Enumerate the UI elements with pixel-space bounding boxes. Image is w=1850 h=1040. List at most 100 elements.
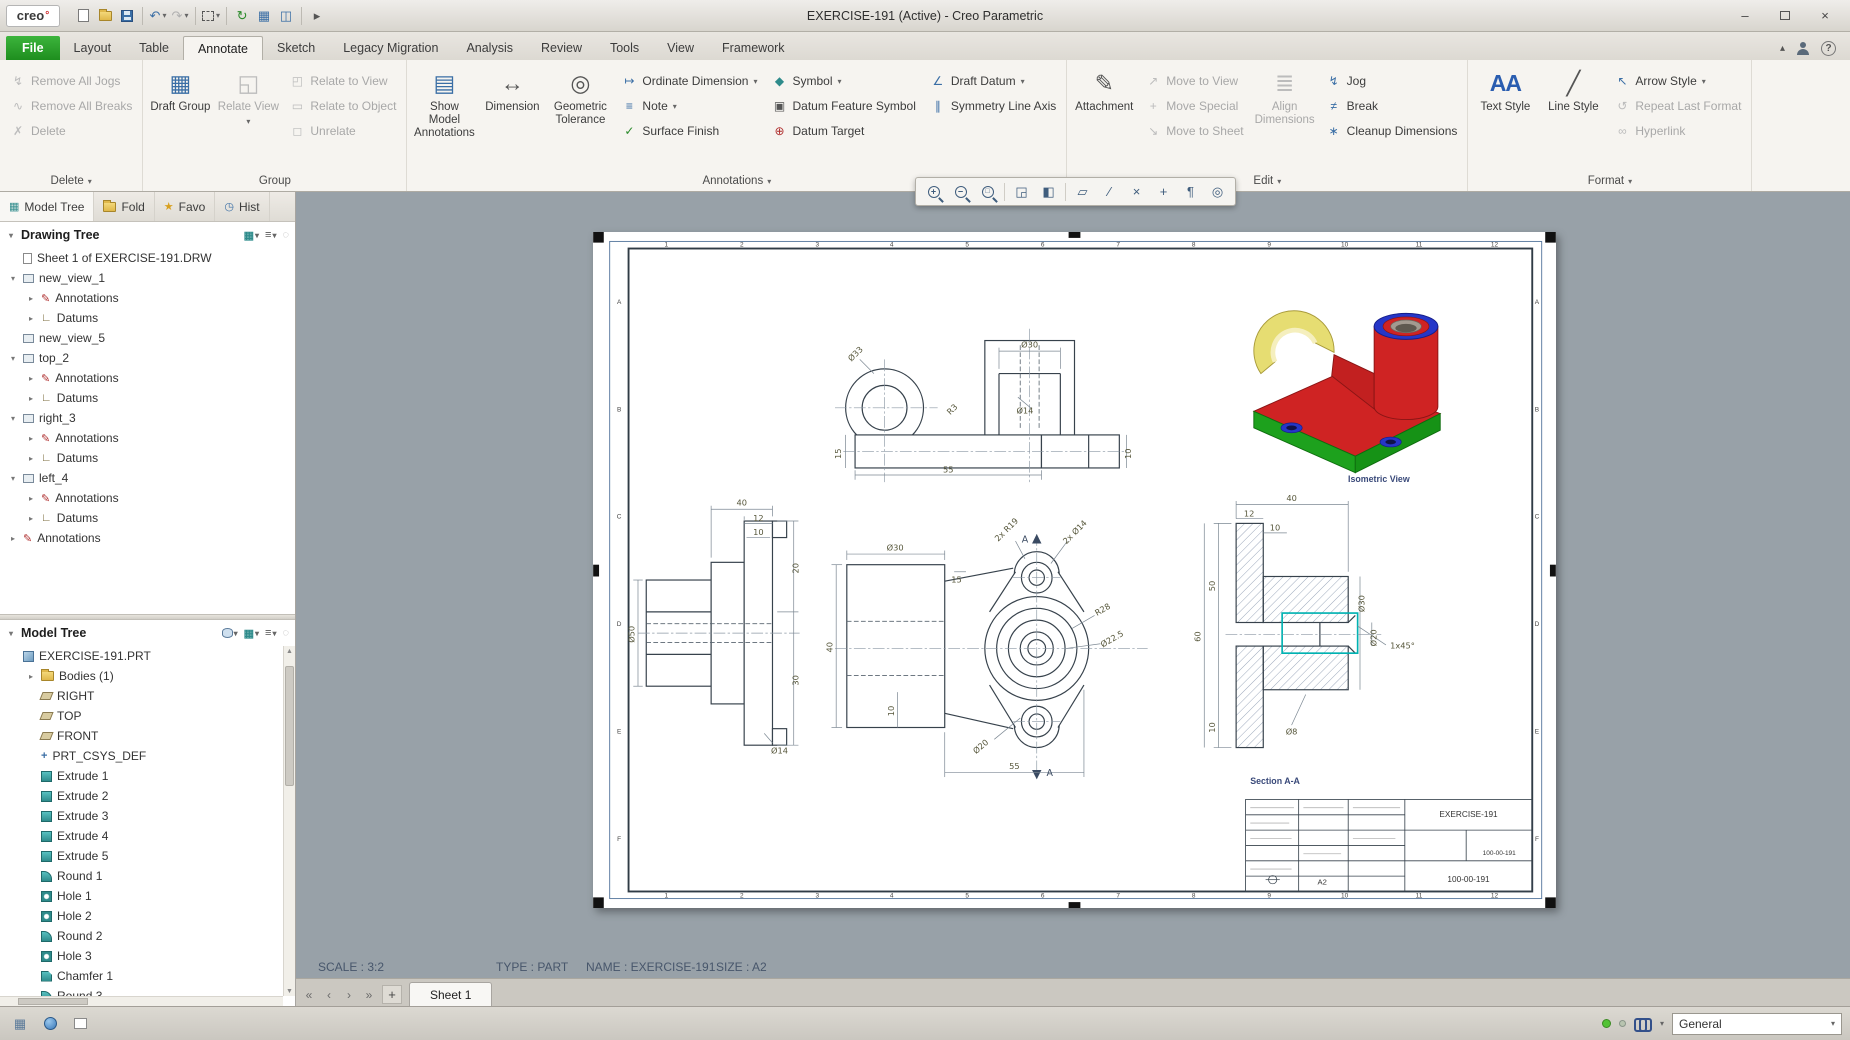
select-mode-button[interactable]: ▾ (200, 4, 222, 28)
tree-item-datums[interactable]: ▸ ∟ Datums (0, 308, 295, 328)
collapse-icon[interactable]: ▾ (6, 231, 16, 240)
tab-layout[interactable]: Layout (60, 36, 126, 60)
expander-icon[interactable]: ▸ (26, 314, 36, 323)
dimension[interactable]: 2x R19 (993, 516, 1021, 544)
break-button[interactable]: ≠ Break (1322, 95, 1462, 117)
zoom-in-button[interactable]: + (921, 180, 946, 204)
spin-center-button[interactable]: ◎ (1205, 180, 1230, 204)
dimension[interactable]: Ø30 (1021, 340, 1038, 350)
tree-item-part[interactable]: EXERCISE-191.PRT (0, 646, 295, 666)
group-label-group[interactable]: Group (149, 171, 400, 191)
dimension[interactable]: 10 (886, 706, 896, 717)
maximize-button[interactable] (1766, 4, 1804, 28)
symmetry-line-axis-button[interactable]: ∥ Symmetry Line Axis (926, 95, 1060, 117)
tab-tools[interactable]: Tools (596, 36, 653, 60)
dimension[interactable]: 10 (1207, 722, 1217, 733)
drawing-sheet-svg[interactable]: 1 2 3 4 5 6 7 8 9 10 11 12 1 2 3 4 5 6 7 8 9 10 11 12 ABCDEF A… (593, 232, 1556, 908)
open-button[interactable] (94, 4, 116, 28)
expander-icon[interactable]: ▸ (26, 294, 36, 303)
tree-item-extrude-3[interactable]: Extrude 3 (0, 806, 295, 826)
dimension[interactable]: Ø33 (846, 344, 865, 363)
expander-icon[interactable]: ▸ (26, 374, 36, 383)
tree-item-annotations[interactable]: ▸ ✎ Annotations (0, 428, 295, 448)
navtab-history[interactable]: ◷ Hist (215, 192, 270, 221)
graphics-area[interactable]: 1 2 3 4 5 6 7 8 9 10 11 12 1 2 3 4 5 6 7 8 9 10 11 12 ABCDEF A… (296, 192, 1850, 1006)
tree-item-top-plane[interactable]: TOP (0, 706, 295, 726)
expander-icon[interactable]: ▾ (8, 414, 18, 423)
tree-item-round-1[interactable]: Round 1 (0, 866, 295, 886)
geometric-tolerance-button[interactable]: ◎ Geometric Tolerance (549, 62, 611, 171)
dimension[interactable]: Ø50 (626, 626, 636, 643)
tab-sketch[interactable]: Sketch (263, 36, 329, 60)
search-caret[interactable]: ▾ (1660, 1019, 1664, 1028)
tree-item-right-3[interactable]: ▾ right_3 (0, 408, 295, 428)
tab-table[interactable]: Table (125, 36, 183, 60)
dimension[interactable]: Ø20 (1369, 629, 1379, 646)
tree-search-button[interactable]: ◌ (282, 627, 289, 639)
expander-icon[interactable]: ▸ (26, 394, 36, 403)
dimension[interactable]: Ø20 (971, 737, 990, 756)
dimension[interactable]: 30 (790, 675, 800, 686)
dimension[interactable]: R28 (1093, 601, 1112, 618)
datum-target-button[interactable]: ⊕ Datum Target (768, 120, 920, 142)
tree-item-left-4[interactable]: ▾ left_4 (0, 468, 295, 488)
dimension[interactable]: 10 (1123, 449, 1133, 460)
redo-button[interactable]: ↷ ▾ (169, 4, 191, 28)
tab-view[interactable]: View (653, 36, 708, 60)
regenerate-button[interactable]: ↻ (231, 4, 253, 28)
dimension[interactable]: 55 (1009, 761, 1020, 771)
relate-view-button[interactable]: ◱ Relate View ▾ (217, 62, 279, 171)
annotation-display-button[interactable]: ¶ (1178, 180, 1203, 204)
dimension[interactable]: 40 (825, 642, 835, 653)
dimension[interactable]: 40 (1286, 493, 1297, 503)
navtab-model-tree[interactable]: ▦ Model Tree (0, 192, 95, 221)
remove-all-breaks-button[interactable]: ∿ Remove All Breaks (6, 95, 136, 117)
cleanup-dimensions-button[interactable]: ∗ Cleanup Dimensions (1322, 120, 1462, 142)
zoom-out-button[interactable]: − (948, 180, 973, 204)
tree-item-datums[interactable]: ▸ ∟ Datums (0, 448, 295, 468)
display-style-button[interactable]: ◧ (1036, 180, 1061, 204)
tree-item-round-2[interactable]: Round 2 (0, 926, 295, 946)
tree-item-hole-2[interactable]: Hole 2 (0, 906, 295, 926)
tree-item-chamfer-1[interactable]: Chamfer 1 (0, 966, 295, 986)
remove-all-jogs-button[interactable]: ↯ Remove All Jogs (6, 70, 136, 92)
dimension[interactable]: Ø30 (887, 543, 904, 553)
tree-item-annotations[interactable]: ▸ ✎ Annotations (0, 488, 295, 508)
dimension[interactable]: 10 (753, 527, 764, 537)
tree-item-csys[interactable]: + PRT_CSYS_DEF (0, 746, 295, 766)
dimension[interactable]: 50 (1207, 581, 1217, 592)
tree-item-extrude-5[interactable]: Extrude 5 (0, 846, 295, 866)
dimension[interactable]: Ø14 (771, 745, 788, 755)
draft-group-button[interactable]: ▦ Draft Group (149, 62, 211, 171)
draft-datum-button[interactable]: ∠ Draft Datum ▾ (926, 70, 1060, 92)
tree-item-top-2[interactable]: ▾ top_2 (0, 348, 295, 368)
repaint-button[interactable]: ◲ (1009, 180, 1034, 204)
dimension[interactable]: 10 (1270, 522, 1281, 532)
tree-item-datums[interactable]: ▸ ∟ Datums (0, 388, 295, 408)
dimension[interactable]: 2x Ø14 (1061, 518, 1089, 546)
tab-analysis[interactable]: Analysis (452, 36, 527, 60)
dimension[interactable]: 1x45° (1390, 640, 1415, 650)
arrow-style-button[interactable]: ↖ Arrow Style ▾ (1610, 70, 1745, 92)
surface-finish-button[interactable]: ✓ Surface Finish (617, 120, 761, 142)
tree-item-hole-3[interactable]: Hole 3 (0, 946, 295, 966)
move-special-button[interactable]: + Move Special (1141, 95, 1247, 117)
tree-item-annotations-root[interactable]: ▸ ✎ Annotations (0, 528, 295, 548)
dimension[interactable]: Ø8 (1286, 727, 1298, 737)
tab-legacy-migration[interactable]: Legacy Migration (329, 36, 452, 60)
tree-search-button[interactable]: ◌ (282, 229, 289, 241)
dimension[interactable]: 15 (951, 574, 962, 584)
close-button[interactable]: × (1806, 4, 1844, 28)
move-to-sheet-button[interactable]: ↘ Move to Sheet (1141, 120, 1247, 142)
tree-item-datums[interactable]: ▸ ∟ Datums (0, 508, 295, 528)
expander-icon[interactable]: ▸ (26, 434, 36, 443)
tree-item-annotations[interactable]: ▸ ✎ Annotations (0, 288, 295, 308)
sheet-tab-1[interactable]: Sheet 1 (409, 982, 493, 1006)
navtab-favorites[interactable]: ★ Favo (155, 192, 216, 221)
dimension[interactable]: 12 (753, 513, 764, 523)
note-button[interactable]: ≡ Note ▾ (617, 95, 761, 117)
tree-columns-button[interactable]: ▾ (221, 628, 238, 638)
csys-display-button[interactable]: + (1151, 180, 1176, 204)
section-letter[interactable]: A (1046, 768, 1053, 779)
dimension[interactable]: 20 (790, 563, 800, 574)
